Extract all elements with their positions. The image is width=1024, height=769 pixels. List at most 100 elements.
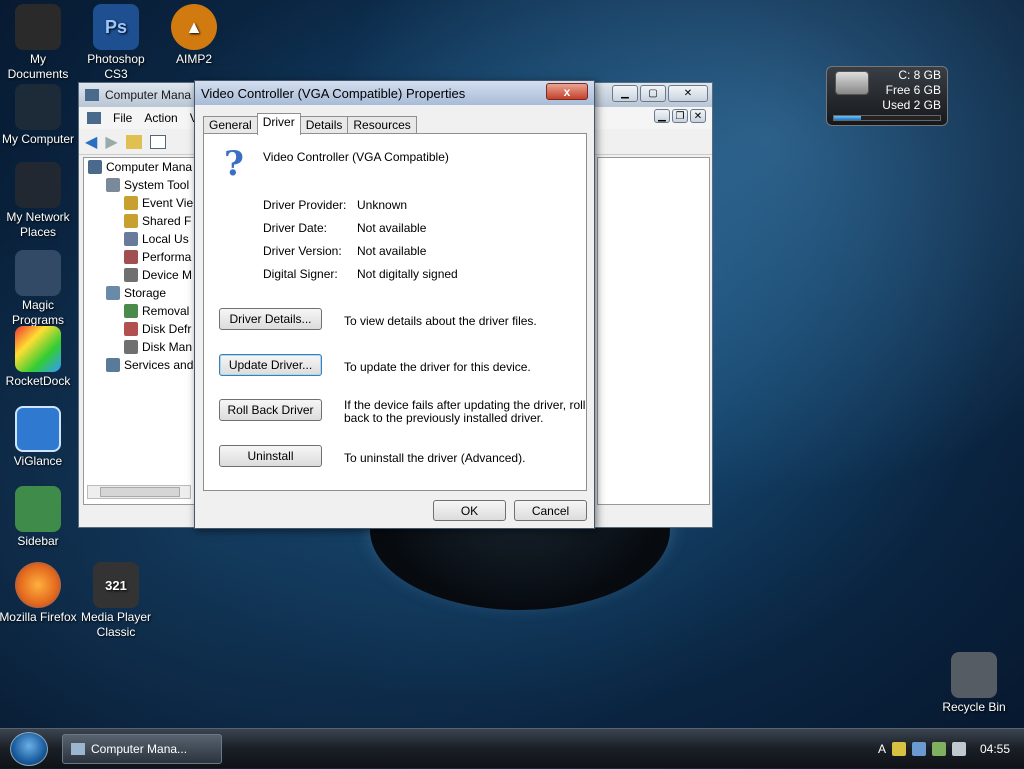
properties-dialog[interactable]: Video Controller (VGA Compatible) Proper… xyxy=(194,80,595,529)
tray-security-icon[interactable] xyxy=(931,742,946,756)
hard-drive-icon xyxy=(835,71,869,95)
scrollbar-thumb[interactable] xyxy=(100,487,180,497)
tree-item-label: Services and xyxy=(124,358,194,372)
tree-node-icon xyxy=(124,340,138,354)
desktop-icon-media-player-classic[interactable]: 321 Media Player Classic xyxy=(76,562,156,640)
digital-signer-label: Digital Signer: xyxy=(263,267,338,281)
taskbar-item-computer-management[interactable]: Computer Mana... xyxy=(62,734,222,764)
folder-icon xyxy=(15,4,61,50)
language-indicator[interactable]: A xyxy=(878,742,886,756)
cm-close-button[interactable]: ✕ xyxy=(668,85,708,102)
drive-space-gadget[interactable]: C: 8 GB Free 6 GB Used 2 GB xyxy=(826,66,948,126)
computer-icon xyxy=(85,89,99,101)
tree-item[interactable]: Device M xyxy=(84,266,194,284)
maximize-button[interactable]: ▢ xyxy=(640,85,666,102)
driver-version-value: Not available xyxy=(357,244,427,258)
rocketdock-icon xyxy=(15,326,61,372)
child-restore-button[interactable]: ❐ xyxy=(672,109,688,123)
desktop-icon-viglance[interactable]: ViGlance xyxy=(0,406,78,469)
tab-driver[interactable]: Driver xyxy=(256,113,301,135)
desktop-icon-magic-programs[interactable]: Magic Programs xyxy=(0,250,78,328)
driver-date-value: Not available xyxy=(357,221,427,235)
tray-network-icon[interactable] xyxy=(911,742,926,756)
tree-node-icon xyxy=(106,286,120,300)
desktop-icon-my-documents[interactable]: My Documents xyxy=(0,4,78,82)
update-driver-button[interactable]: Update Driver... xyxy=(219,354,322,376)
tree-item[interactable]: Disk Defr xyxy=(84,320,194,338)
tree-item[interactable]: Computer Mana xyxy=(84,158,194,176)
tree-item-label: Removal xyxy=(142,304,190,318)
tree-item-label: Event Vie xyxy=(142,196,194,210)
tree-item-label: Device M xyxy=(142,268,193,282)
tree-horizontal-scrollbar[interactable] xyxy=(87,485,191,499)
desktop-icon-my-network-places[interactable]: My Network Places xyxy=(0,162,78,240)
roll-back-driver-desc: If the device fails after updating the d… xyxy=(344,398,586,425)
cm-child-controls: ▁ ❐ ✕ xyxy=(654,109,706,123)
firefox-icon xyxy=(15,562,61,608)
driver-details-button[interactable]: Driver Details... xyxy=(219,308,322,330)
forward-arrow-icon[interactable]: ▶ xyxy=(105,132,117,152)
sidebar-icon xyxy=(15,486,61,532)
desktop-icon-aimp2[interactable]: ▲ AIMP2 xyxy=(154,4,234,67)
tree-node-icon xyxy=(124,322,138,336)
driver-provider-value: Unknown xyxy=(357,198,408,212)
desktop-icon-firefox[interactable]: Mozilla Firefox xyxy=(0,562,78,625)
tree-item-label: Performa xyxy=(142,250,192,264)
tree-item[interactable]: Storage xyxy=(84,284,194,302)
tree-item[interactable]: Shared F xyxy=(84,212,194,230)
dialog-tabs: General Driver Details Resources xyxy=(203,113,417,135)
tree-item-label: Disk Man xyxy=(142,340,193,354)
tree-item[interactable]: Removal xyxy=(84,302,194,320)
recycle-bin-icon xyxy=(951,652,997,698)
desktop-icon-my-computer[interactable]: My Computer xyxy=(0,84,78,147)
tree-item-label: Storage xyxy=(124,286,167,300)
driver-version-label: Driver Version: xyxy=(263,244,342,258)
tree-item-label: Shared F xyxy=(142,214,192,228)
digital-signer-value: Not digitally signed xyxy=(357,267,458,281)
driver-provider-label: Driver Provider: xyxy=(263,198,347,212)
tree-node-icon xyxy=(106,358,120,372)
uninstall-button[interactable]: Uninstall xyxy=(219,445,322,467)
menu-action[interactable]: Action xyxy=(144,111,177,125)
mpc-icon: 321 xyxy=(93,562,139,608)
dialog-titlebar[interactable]: Video Controller (VGA Compatible) Proper… xyxy=(195,81,594,105)
clock[interactable]: 04:55 xyxy=(980,742,1010,756)
menu-file[interactable]: File xyxy=(113,111,132,125)
tray-safely-remove-icon[interactable] xyxy=(891,742,906,756)
device-name: Video Controller (VGA Compatible) xyxy=(263,150,449,164)
up-folder-icon[interactable] xyxy=(125,134,142,149)
tree-item[interactable]: Disk Man xyxy=(84,338,194,356)
close-icon: x xyxy=(563,84,571,99)
cancel-button[interactable]: Cancel xyxy=(514,500,587,521)
dialog-close-button[interactable]: x xyxy=(546,83,588,100)
roll-back-driver-button[interactable]: Roll Back Driver xyxy=(219,399,322,421)
cm-title: Computer Mana xyxy=(105,88,192,102)
desktop-icon-sidebar[interactable]: Sidebar xyxy=(0,486,78,549)
tree-node-icon xyxy=(124,304,138,318)
tree-node-icon xyxy=(124,196,138,210)
tree-item-label: System Tool xyxy=(124,178,190,192)
system-tray: A 04:55 xyxy=(878,729,1024,769)
tree-item[interactable]: System Tool xyxy=(84,176,194,194)
show-hide-tree-icon[interactable] xyxy=(149,134,166,149)
tree-item-label: Local Us xyxy=(142,232,189,246)
child-close-button[interactable]: ✕ xyxy=(690,109,706,123)
desktop-icon-photoshop[interactable]: Ps Photoshop CS3 xyxy=(76,4,156,82)
desktop-icon-recycle-bin[interactable]: Recycle Bin xyxy=(934,652,1014,715)
tree-item[interactable]: Local Us xyxy=(84,230,194,248)
unknown-device-icon: ? xyxy=(224,144,244,184)
tree-item[interactable]: Performa xyxy=(84,248,194,266)
gadget-free: Free 6 GB xyxy=(885,83,941,97)
tree-item[interactable]: Services and xyxy=(84,356,194,374)
magic-icon xyxy=(15,250,61,296)
tree-item[interactable]: Event Vie xyxy=(84,194,194,212)
computer-icon xyxy=(71,743,85,755)
tree-item-label: Computer Mana xyxy=(106,160,193,174)
desktop-icon-rocketdock[interactable]: RocketDock xyxy=(0,326,78,389)
start-button[interactable] xyxy=(10,732,48,766)
child-minimize-button[interactable]: ▁ xyxy=(654,109,670,123)
back-arrow-icon[interactable]: ◀ xyxy=(85,132,97,152)
ok-button[interactable]: OK xyxy=(433,500,506,521)
tray-volume-icon[interactable] xyxy=(951,742,966,756)
minimize-button[interactable]: ▁ xyxy=(612,85,638,102)
